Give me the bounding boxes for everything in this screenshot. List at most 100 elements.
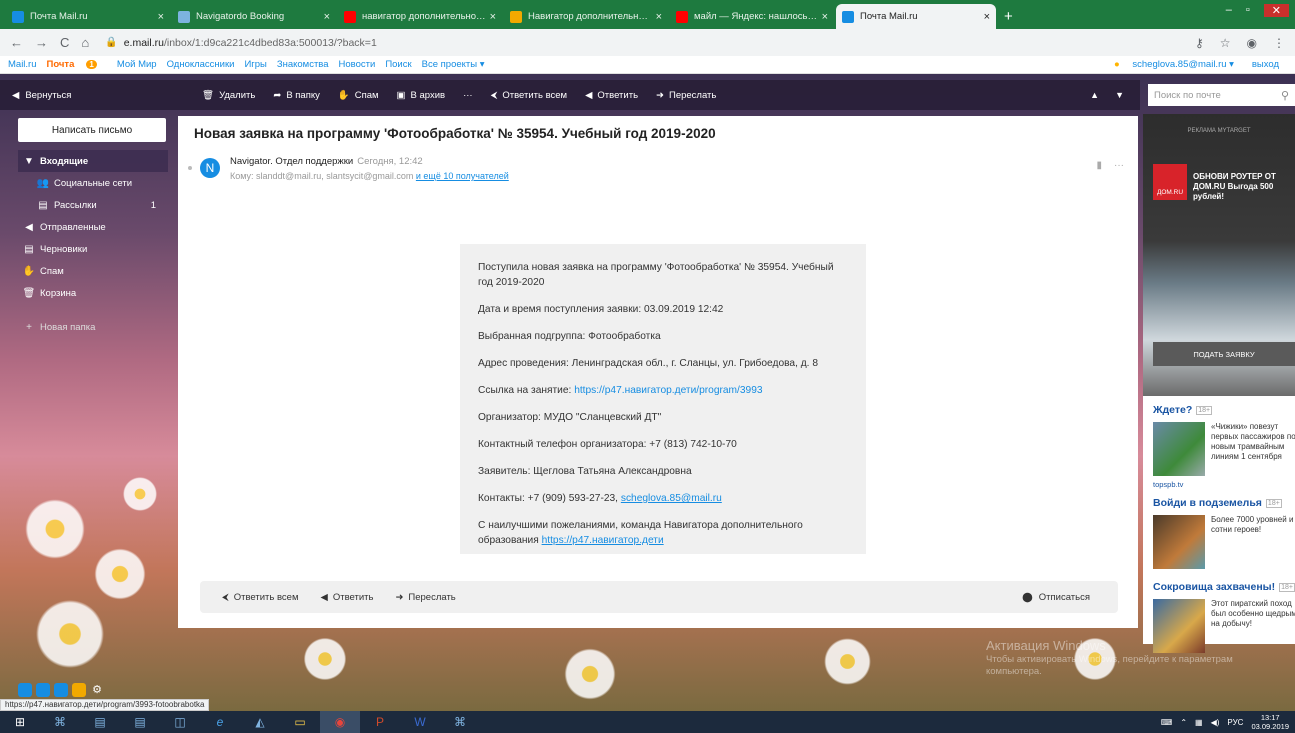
contacts-icon[interactable] — [36, 683, 50, 697]
portal-link-moymir[interactable]: Мой Мир — [117, 59, 157, 70]
portal-link-news[interactable]: Новости — [339, 59, 376, 70]
cloud-icon[interactable] — [18, 683, 32, 697]
close-tab-icon[interactable]: × — [656, 11, 662, 23]
forward-button[interactable]: ➜ Переслать — [656, 90, 716, 101]
ad-item[interactable]: Этот пиратский поход был особенно щедрым… — [1153, 599, 1295, 653]
close-tab-icon[interactable]: × — [324, 11, 330, 23]
keyboard-icon[interactable]: ⌨ — [1161, 718, 1173, 727]
browser-tab[interactable]: майл — Яндекс: нашлось 45 м × — [670, 4, 834, 29]
ad-cta-button[interactable]: ПОДАТЬ ЗАЯВКУ — [1153, 342, 1295, 366]
app-icon[interactable]: ▤ — [120, 711, 160, 733]
chrome-icon[interactable]: ◉ — [320, 711, 360, 733]
logout-link[interactable]: выход — [1252, 59, 1279, 70]
start-windows-icon[interactable]: ⊞ — [0, 711, 40, 733]
folder-trash[interactable]: 🗑 Корзина — [18, 282, 168, 304]
browser-menu-icon[interactable]: ⋮ — [1273, 36, 1285, 50]
language-indicator[interactable]: РУС — [1227, 718, 1243, 727]
folder-drafts[interactable]: ▤ Черновики — [18, 238, 168, 260]
portal-link-all-projects[interactable]: Все проекты ▾ — [422, 59, 485, 70]
ad-item[interactable]: Более 7000 уровней и сотни героев! — [1153, 515, 1295, 569]
move-to-folder-button[interactable]: ➦ В папку — [273, 90, 320, 101]
folder-sent[interactable]: ◀ Отправленные — [18, 216, 168, 238]
portal-link-mailru[interactable]: Mail.ru — [8, 59, 37, 70]
program-link[interactable]: https://p47.навигатор.дети/program/3993 — [574, 385, 762, 396]
spam-button[interactable]: ✋ Спам — [338, 90, 379, 101]
calendar-icon[interactable] — [54, 683, 68, 697]
reload-icon[interactable]: C — [60, 35, 69, 50]
key-icon[interactable]: ⚷ — [1195, 36, 1204, 50]
word-icon[interactable]: W — [400, 711, 440, 733]
mail-search-input[interactable]: Поиск по почте ⚲ — [1148, 84, 1295, 106]
contact-email-link[interactable]: scheglova.85@mail.ru — [621, 493, 722, 504]
unsubscribe-button[interactable]: ⬤ Отписаться — [1022, 592, 1090, 603]
portal-link-dating[interactable]: Знакомства — [277, 59, 329, 70]
home-icon[interactable]: ⌂ — [81, 35, 89, 50]
app-icon[interactable]: ▤ — [80, 711, 120, 733]
browser-tab[interactable]: Navigatordo Booking × — [172, 4, 336, 29]
reply-button[interactable]: ◀ Ответить — [585, 90, 638, 101]
avatar[interactable]: N — [200, 158, 220, 178]
flag-icon[interactable]: ▮ — [1096, 160, 1102, 171]
app-icon[interactable]: ⌘ — [440, 711, 480, 733]
ad-heading[interactable]: Войди в подземелья 18+ — [1153, 497, 1295, 509]
app-icon[interactable]: ◭ — [240, 711, 280, 733]
folder-spam[interactable]: ✋ Спам — [18, 260, 168, 282]
more-button[interactable]: ··· — [463, 90, 473, 101]
close-tab-icon[interactable]: × — [822, 11, 828, 23]
new-folder-button[interactable]: + Новая папка — [18, 316, 168, 338]
browser-tab-active[interactable]: Почта Mail.ru × — [836, 4, 996, 29]
network-icon[interactable]: ▦ — [1195, 718, 1203, 727]
ad-item[interactable]: «Чижики» повезут первых пассажиров по но… — [1153, 422, 1295, 476]
previous-message-icon[interactable]: ▲ — [1090, 90, 1099, 100]
window-close-icon[interactable]: ✕ — [1263, 4, 1289, 17]
folder-newsletters[interactable]: ▤ Рассылки 1 — [18, 194, 168, 216]
file-explorer-icon[interactable]: ▭ — [280, 711, 320, 733]
ad-source[interactable]: topspb.tv — [1153, 480, 1295, 489]
clock[interactable]: 13:17 03.09.2019 — [1251, 713, 1289, 731]
next-message-icon[interactable]: ▼ — [1115, 90, 1124, 100]
back-arrow-icon[interactable]: ← — [10, 35, 23, 50]
internet-explorer-icon[interactable]: e — [200, 711, 240, 733]
browser-tab[interactable]: Навигатор дополнительного об× — [504, 4, 668, 29]
folder-social[interactable]: 👥 Социальные сети — [18, 172, 168, 194]
message-more-icon[interactable]: ··· — [1114, 160, 1124, 171]
settings-gear-icon[interactable]: ⚙ — [90, 683, 104, 697]
url-field[interactable]: 🔒 e.mail.ru/inbox/1:d9ca221c4dbed83a:500… — [105, 37, 377, 49]
compose-button[interactable]: Написать письмо — [18, 118, 166, 142]
search-icon[interactable]: ⚲ — [1281, 89, 1289, 102]
ad-heading[interactable]: Сокровища захвачены! 18+ — [1153, 581, 1295, 593]
reply-button[interactable]: ◀ Ответить — [321, 592, 374, 603]
app-icon[interactable]: ◫ — [160, 711, 200, 733]
navigator-site-link[interactable]: https://p47.навигатор.дети — [542, 535, 664, 546]
forward-button[interactable]: ➜ Переслать — [395, 592, 455, 603]
volume-icon[interactable]: ◀) — [1211, 718, 1220, 727]
folder-inbox[interactable]: ▼ Входящие — [18, 150, 168, 172]
close-tab-icon[interactable]: × — [158, 11, 164, 23]
portal-link-ok[interactable]: Одноклассники — [167, 59, 235, 70]
profile-icon[interactable]: ◉ — [1247, 36, 1257, 50]
more-recipients-link[interactable]: и ещё 10 получателей — [416, 171, 509, 181]
browser-tab[interactable]: навигатор дополнительного об × — [338, 4, 502, 29]
ad-heading[interactable]: Ждете? 18+ — [1153, 404, 1295, 416]
minimize-icon[interactable]: – — [1226, 4, 1232, 17]
tray-expand-icon[interactable]: ⌃ — [1180, 718, 1187, 727]
reply-all-button[interactable]: ⮜ Ответить всем — [491, 90, 568, 101]
forward-arrow-icon[interactable]: → — [35, 35, 48, 50]
maximize-icon[interactable]: ▫ — [1246, 4, 1250, 17]
app-icon[interactable]: ⌘ — [40, 711, 80, 733]
read-status-dot[interactable] — [188, 166, 192, 170]
new-tab-icon[interactable]: + — [1004, 8, 1013, 29]
powerpoint-icon[interactable]: P — [360, 711, 400, 733]
browser-tab[interactable]: Почта Mail.ru × — [6, 4, 170, 29]
close-tab-icon[interactable]: × — [984, 11, 990, 23]
router-ad-banner[interactable]: РЕКЛАМА MYTARGET ДОМ.RU ОБНОВИ РОУТЕР ОТ… — [1143, 114, 1295, 396]
portal-link-mail[interactable]: Почта 1 — [47, 59, 107, 70]
user-menu[interactable]: scheglova.85@mail.ru ▾ — [1132, 59, 1234, 70]
theme-icon[interactable] — [72, 683, 86, 697]
portal-link-games[interactable]: Игры — [244, 59, 266, 70]
bookmark-star-icon[interactable]: ☆ — [1220, 36, 1231, 50]
portal-link-search[interactable]: Поиск — [385, 59, 411, 70]
reply-all-button[interactable]: ⮜ Ответить всем — [222, 592, 299, 603]
back-button[interactable]: ◀ Вернуться — [12, 90, 202, 101]
delete-button[interactable]: 🗑 Удалить — [202, 90, 255, 101]
